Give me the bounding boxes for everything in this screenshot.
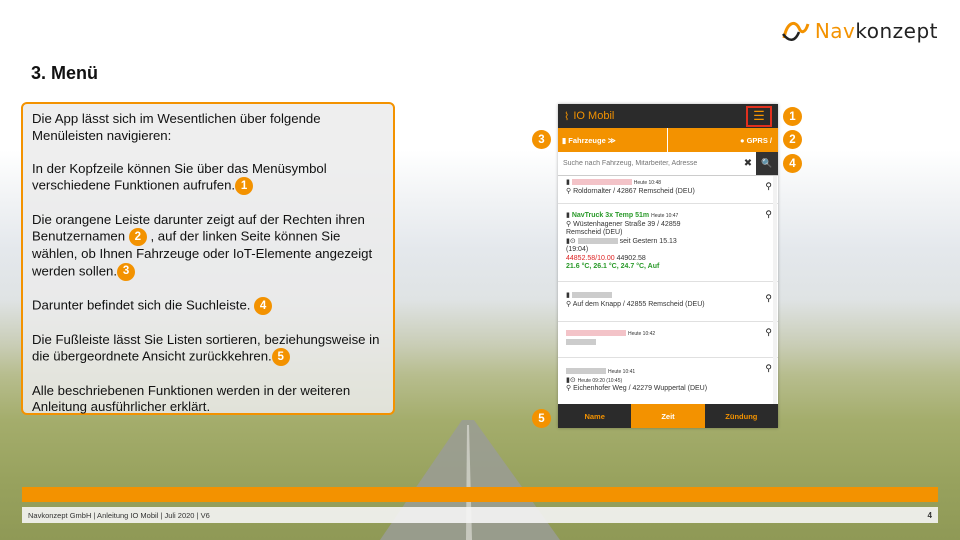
map-pin-icon: ⚲ [765, 293, 772, 303]
callout-badge-3: 3 [117, 262, 136, 281]
user-icon: ● [739, 135, 745, 145]
company-logo: Navkonzept [781, 18, 938, 44]
truck-icon: ▮ [566, 292, 570, 299]
list-item[interactable]: ▮ ⚲ Auf dem Knapp / 42855 Remscheid (DEU… [558, 282, 778, 322]
app-orange-bar: ▮ Fahrzeuge ≫ ● GPRS / [558, 128, 778, 152]
list-item[interactable]: ▮ NavTruck 3x Temp 51m Heute 10:47 ⚲ Wüs… [558, 204, 778, 282]
search-bar: ✖ 🔍 [558, 152, 778, 176]
username-label[interactable]: ● GPRS / [668, 136, 779, 145]
text-intro: Die App lässt sich im Wesentlichen über … [32, 111, 321, 143]
vehicle-list[interactable]: ▮ Heute 10:48 ⚲ Roldornalter / 42867 Rem… [558, 176, 778, 404]
truck-icon: ▮ [566, 179, 570, 186]
callout-badge-2: 2 [783, 130, 802, 149]
app-footer: Name Zeit Zündung [558, 404, 778, 428]
callout-badge-1: 1 [783, 107, 802, 126]
footer-text: Navkonzept GmbH | Anleitung IO Mobil | J… [28, 510, 210, 520]
callout-badge-3: 3 [532, 130, 551, 149]
text-footer-bar: Die Fußleiste lässt Sie Listen sortieren… [32, 332, 384, 366]
text-outro: Alle beschriebenen Funktionen werden in … [32, 382, 351, 415]
app-header: ⌇ IO Mobil ☰ [558, 104, 778, 128]
sort-ignition-button[interactable]: Zündung [705, 404, 778, 428]
scrollbar[interactable] [773, 176, 777, 404]
callout-badge-2: 2 [128, 228, 147, 246]
pin-icon: ⚲ [566, 385, 572, 392]
list-item[interactable]: Heute 10:41 ▮⊙ Heute 09:20 (10:45) ⚲ Eic… [558, 358, 778, 404]
map-pin-icon: ⚲ [765, 209, 772, 219]
truck-icon: ▮ [566, 212, 570, 219]
text-orange-bar: Die orangene Leiste darunter zeigt auf d… [32, 212, 384, 281]
callout-badge-4: 4 [783, 154, 802, 173]
callout-badge-4: 4 [254, 297, 273, 315]
footer-orange-bar [22, 487, 938, 502]
page-number: 4 [927, 510, 932, 520]
navkonzept-logo-icon [781, 21, 810, 41]
list-item[interactable]: Heute 10:42 ⚲ [558, 322, 778, 358]
search-input[interactable] [558, 152, 740, 175]
status-icons: ▮⊙ [566, 376, 576, 384]
phone-screenshot: ⌇ IO Mobil ☰ ▮ Fahrzeuge ≫ ● GPRS / ✖ 🔍 … [558, 104, 778, 428]
logo-text: Navkonzept [814, 19, 938, 43]
sort-time-button[interactable]: Zeit [631, 404, 705, 428]
truck-icon: ▮ [562, 135, 567, 145]
pin-icon: ⚲ [566, 300, 572, 308]
sort-name-button[interactable]: Name [558, 404, 631, 428]
callout-badge-5: 5 [271, 348, 290, 366]
vehicle-selector[interactable]: ▮ Fahrzeuge ≫ [558, 128, 668, 152]
page-footer: Navkonzept GmbH | Anleitung IO Mobil | J… [22, 507, 938, 523]
callout-badge-1: 1 [235, 177, 254, 195]
pin-icon: ⚲ [566, 220, 572, 228]
app-title: IO Mobil [573, 110, 615, 122]
pin-icon: ⚲ [566, 187, 572, 195]
clear-icon[interactable]: ✖ [740, 158, 756, 169]
text-search: Darunter befindet sich die Suchleiste. 4 [32, 297, 384, 315]
app-logo-icon: ⌇ [564, 110, 570, 123]
list-item[interactable]: ▮ Heute 10:48 ⚲ Roldornalter / 42867 Rem… [558, 176, 778, 204]
hamburger-icon[interactable]: ☰ [746, 105, 772, 127]
map-pin-icon: ⚲ [765, 181, 772, 191]
page-title: 3. Menü [31, 63, 99, 83]
callout-badge-5: 5 [532, 409, 551, 428]
text-header-menu: In der Kopfzeile können Sie über das Men… [32, 161, 384, 195]
map-pin-icon: ⚲ [765, 363, 772, 373]
map-pin-icon: ⚲ [765, 327, 772, 337]
status-icons: ▮⊙ [566, 237, 576, 245]
description-box: Die App lässt sich im Wesentlichen über … [21, 102, 395, 415]
search-icon[interactable]: 🔍 [756, 152, 778, 175]
